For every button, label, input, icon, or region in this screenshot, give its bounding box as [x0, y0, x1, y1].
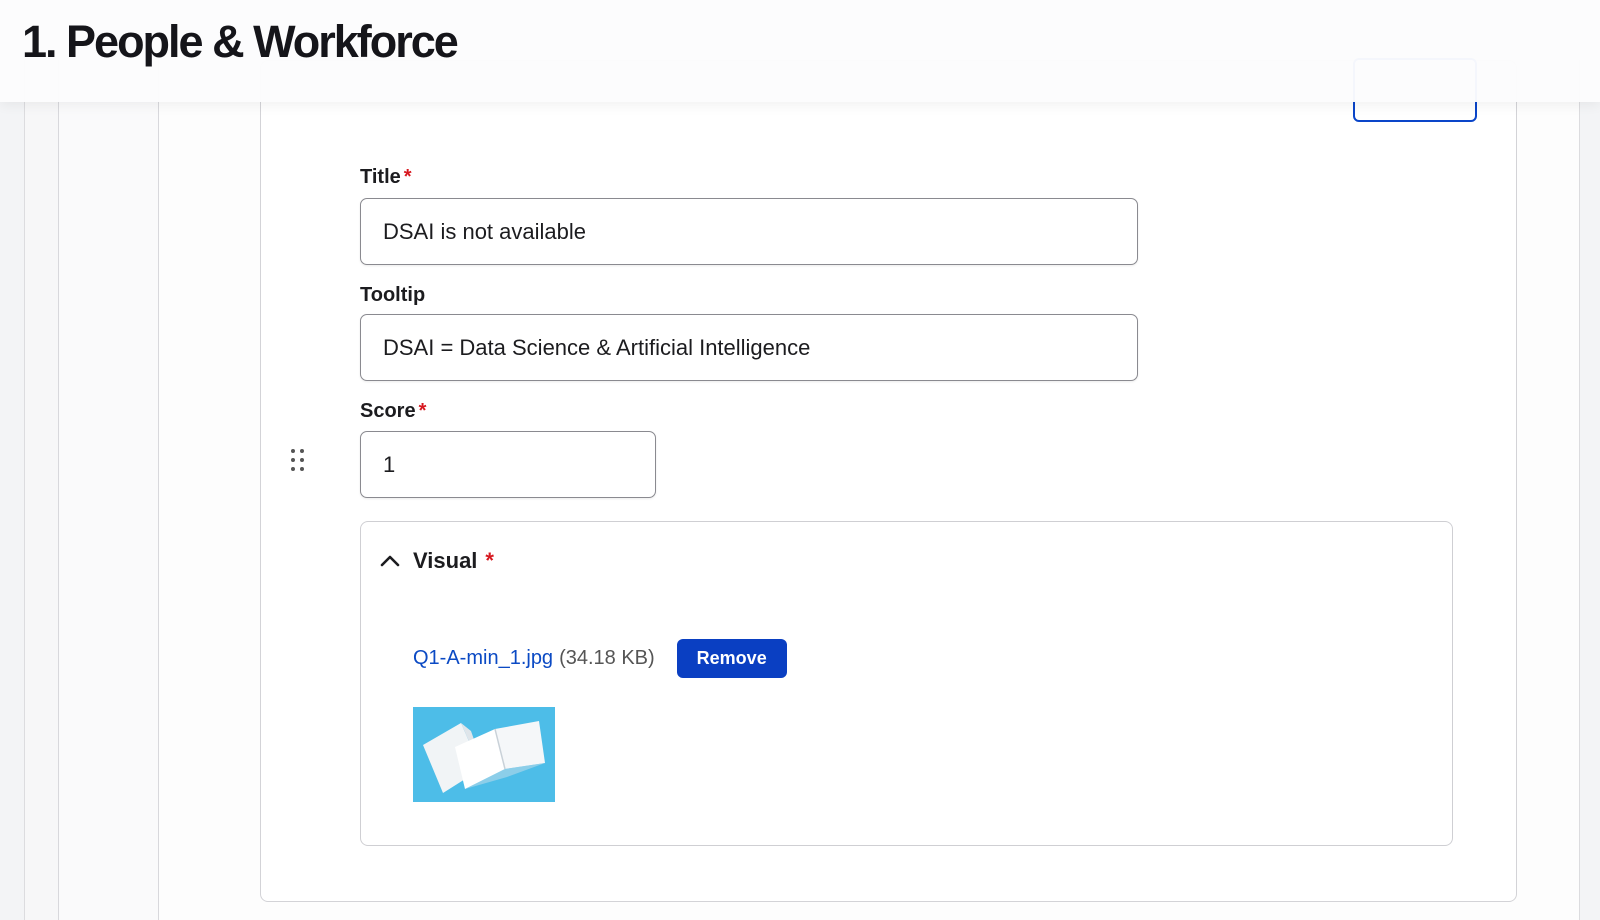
remove-button[interactable]: Remove — [676, 639, 787, 678]
visual-toggle[interactable]: Visual * — [379, 548, 494, 574]
tooltip-input[interactable] — [360, 314, 1138, 381]
tooltip-label-text: Tooltip — [360, 284, 426, 306]
title-input[interactable] — [360, 198, 1138, 265]
chevron-up-icon — [380, 555, 400, 567]
visual-details: Visual * Q1-A-min_1.jpg (34.18 KB) Remove — [360, 521, 1453, 846]
drag-handle-icon[interactable] — [291, 449, 307, 473]
image-thumbnail — [413, 707, 555, 802]
score-label: Score * — [360, 400, 426, 423]
tooltip-label: Tooltip — [360, 284, 425, 307]
open-booklet-image — [413, 707, 555, 802]
page-header: 1. People & Workforce — [0, 0, 1600, 102]
page-title: 1. People & Workforce — [22, 16, 459, 67]
title-label-text: Title — [360, 166, 401, 188]
score-label-text: Score — [360, 400, 416, 422]
title-label: Title * — [360, 166, 412, 189]
file-size: (34.18 KB) — [559, 647, 655, 669]
visual-title: Visual — [413, 548, 478, 573]
required-marker: * — [485, 548, 494, 573]
file-link[interactable]: Q1-A-min_1.jpg — [413, 647, 553, 670]
uploaded-file-row: Q1-A-min_1.jpg (34.18 KB) Remove — [413, 639, 787, 678]
required-marker: * — [418, 400, 427, 422]
required-marker: * — [403, 166, 412, 188]
score-input[interactable] — [360, 431, 656, 498]
